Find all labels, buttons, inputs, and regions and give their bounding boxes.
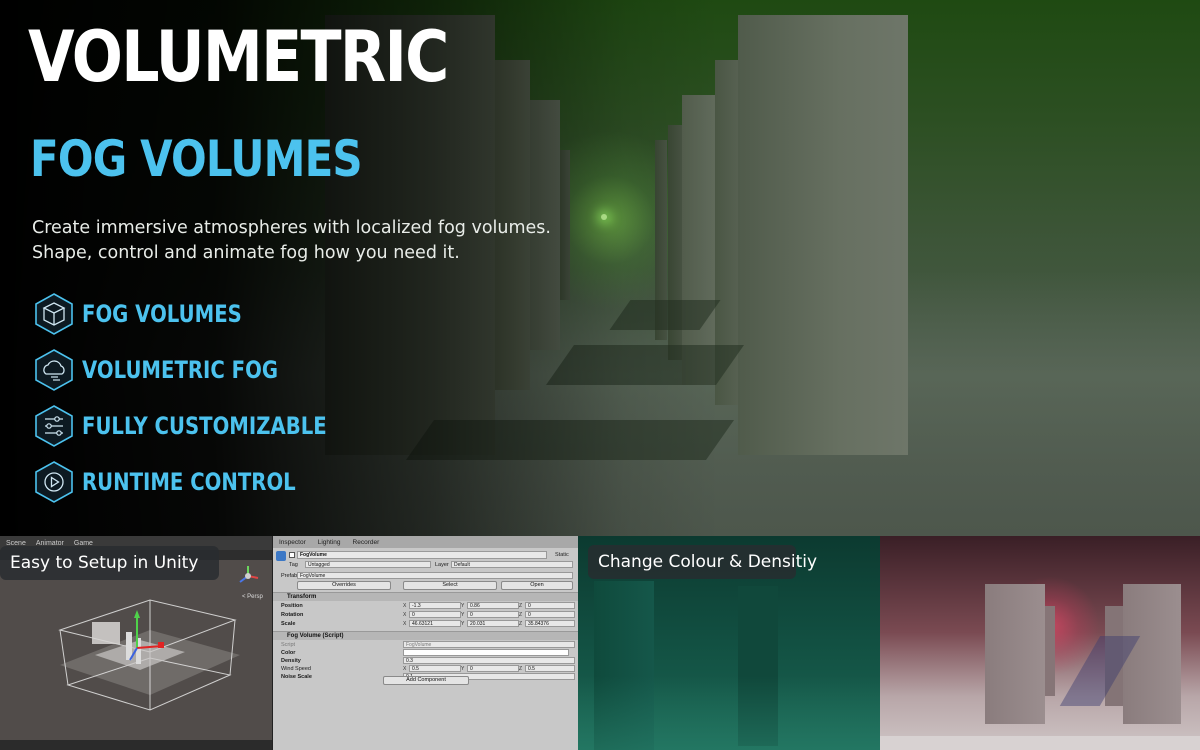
object-name-field[interactable]: FogVolume bbox=[297, 551, 547, 559]
scale-x[interactable]: 46.63121 bbox=[409, 620, 461, 627]
orientation-gizmo[interactable] bbox=[236, 564, 260, 588]
density-row: Density 0.3 bbox=[273, 657, 578, 665]
feature-label: RUNTIME CONTROL bbox=[82, 468, 296, 496]
rotation-label: Rotation bbox=[281, 612, 304, 618]
corridor-pillar bbox=[985, 584, 1045, 724]
position-x[interactable]: -1.3 bbox=[409, 602, 461, 609]
page-subtitle: FOG VOLUMES bbox=[30, 130, 363, 188]
green-fog-preview: Change Colour & Densitiy bbox=[578, 536, 880, 750]
script-field: FogVolume bbox=[403, 641, 575, 648]
script-label: Script bbox=[281, 642, 296, 648]
fog-floor bbox=[880, 736, 1200, 750]
feature-label: VOLUMETRIC FOG bbox=[82, 356, 278, 384]
page-title: VOLUMETRIC bbox=[28, 16, 449, 98]
rotation-x[interactable]: 0 bbox=[409, 611, 461, 618]
feature-fog-volumes: FOG VOLUMES bbox=[34, 292, 277, 336]
scale-y[interactable]: 20.031 bbox=[467, 620, 519, 627]
tab-lighting[interactable]: Lighting bbox=[318, 539, 341, 546]
gameobject-icon bbox=[276, 551, 286, 561]
scene-bottom-toolbar bbox=[0, 740, 272, 750]
color-field[interactable] bbox=[403, 649, 569, 656]
wind-speed-x[interactable]: 0.5 bbox=[409, 665, 461, 672]
wind-speed-label: Wind Speed bbox=[281, 666, 311, 672]
tab-inspector[interactable]: Inspector bbox=[279, 539, 306, 546]
cube-icon bbox=[34, 292, 74, 336]
noise-scale-label: Noise Scale bbox=[281, 674, 312, 680]
density-label: Density bbox=[281, 658, 301, 664]
play-icon bbox=[34, 460, 74, 504]
scene-viewport[interactable] bbox=[0, 560, 272, 740]
rotation-z[interactable]: 0 bbox=[525, 611, 575, 618]
wind-speed-z[interactable]: 0.5 bbox=[525, 665, 575, 672]
tag-dropdown[interactable]: Untagged bbox=[305, 561, 431, 568]
feature-runtime-control: RUNTIME CONTROL bbox=[34, 460, 343, 504]
position-y[interactable]: 0.86 bbox=[467, 602, 519, 609]
feature-label: FULLY CUSTOMIZABLE bbox=[82, 412, 327, 440]
color-label: Color bbox=[281, 650, 296, 656]
tab-recorder[interactable]: Recorder bbox=[353, 539, 380, 546]
scale-label: Scale bbox=[281, 621, 296, 627]
corridor-pillar bbox=[1045, 606, 1055, 696]
prefab-row: Prefab FogVolume bbox=[273, 572, 578, 580]
persp-label[interactable]: < Persp bbox=[242, 594, 263, 600]
feature-fully-customizable: FULLY CUSTOMIZABLE bbox=[34, 404, 380, 448]
fog-floor bbox=[578, 676, 880, 750]
select-button[interactable]: Select bbox=[403, 581, 497, 590]
layer-label: Layer bbox=[435, 562, 449, 568]
prefab-label: Prefab bbox=[281, 573, 298, 579]
prefab-field[interactable]: FogVolume bbox=[297, 572, 573, 579]
feature-label: FOG VOLUMES bbox=[82, 300, 242, 328]
tag-label: Tag bbox=[289, 562, 298, 568]
fog-volume-component-header[interactable]: Fog Volume (Script) bbox=[273, 631, 578, 640]
script-row: Script FogVolume bbox=[273, 641, 578, 649]
overrides-dropdown[interactable]: Overrides bbox=[297, 581, 391, 590]
color-row: Color bbox=[273, 649, 578, 657]
scale-row: Scale X 46.63121 Y 20.031 Z 35.84376 bbox=[273, 620, 578, 628]
density-field[interactable]: 0.3 bbox=[403, 657, 575, 664]
active-checkbox[interactable] bbox=[289, 552, 295, 558]
inspector-tabbar: Inspector Lighting Recorder bbox=[273, 536, 578, 548]
position-z[interactable]: 0 bbox=[525, 602, 575, 609]
position-label: Position bbox=[281, 603, 303, 609]
setup-badge: Easy to Setup in Unity bbox=[0, 546, 219, 580]
description: Create immersive atmospheres with locali… bbox=[32, 216, 551, 266]
cloud-icon bbox=[34, 348, 74, 392]
sliders-icon bbox=[34, 404, 74, 448]
corridor-pillar bbox=[1123, 584, 1181, 724]
rotation-y[interactable]: 0 bbox=[467, 611, 519, 618]
feature-volumetric-fog: VOLUMETRIC FOG bbox=[34, 348, 321, 392]
unity-inspector: Inspector Lighting Recorder FogVolume St… bbox=[272, 536, 578, 750]
wind-speed-y[interactable]: 0 bbox=[467, 665, 519, 672]
add-component-button[interactable]: Add Component bbox=[383, 676, 469, 685]
tag-layer-row: Tag Untagged Layer Default bbox=[273, 561, 578, 569]
rotation-row: Rotation X 0 Y 0 Z 0 bbox=[273, 611, 578, 619]
layer-dropdown[interactable]: Default bbox=[451, 561, 573, 568]
position-row: Position X -1.3 Y 0.86 Z 0 bbox=[273, 602, 578, 610]
colour-density-badge: Change Colour & Densitiy bbox=[588, 545, 817, 579]
transform-header[interactable]: Transform bbox=[273, 592, 578, 601]
description-line-1: Create immersive atmospheres with locali… bbox=[32, 218, 551, 238]
wind-speed-row: Wind Speed X 0.5 Y 0 Z 0.5 bbox=[273, 665, 578, 673]
open-button[interactable]: Open bbox=[501, 581, 573, 590]
red-fog-preview bbox=[880, 536, 1200, 750]
description-line-2: Shape, control and animate fog how you n… bbox=[32, 243, 460, 263]
static-label[interactable]: Static bbox=[555, 552, 569, 558]
hero-banner: VOLUMETRIC FOG VOLUMES Create immersive … bbox=[0, 0, 1200, 536]
scale-z[interactable]: 35.84376 bbox=[525, 620, 575, 627]
unity-scene-view: Scene Animator Game < Persp Easy to Setu… bbox=[0, 536, 272, 750]
